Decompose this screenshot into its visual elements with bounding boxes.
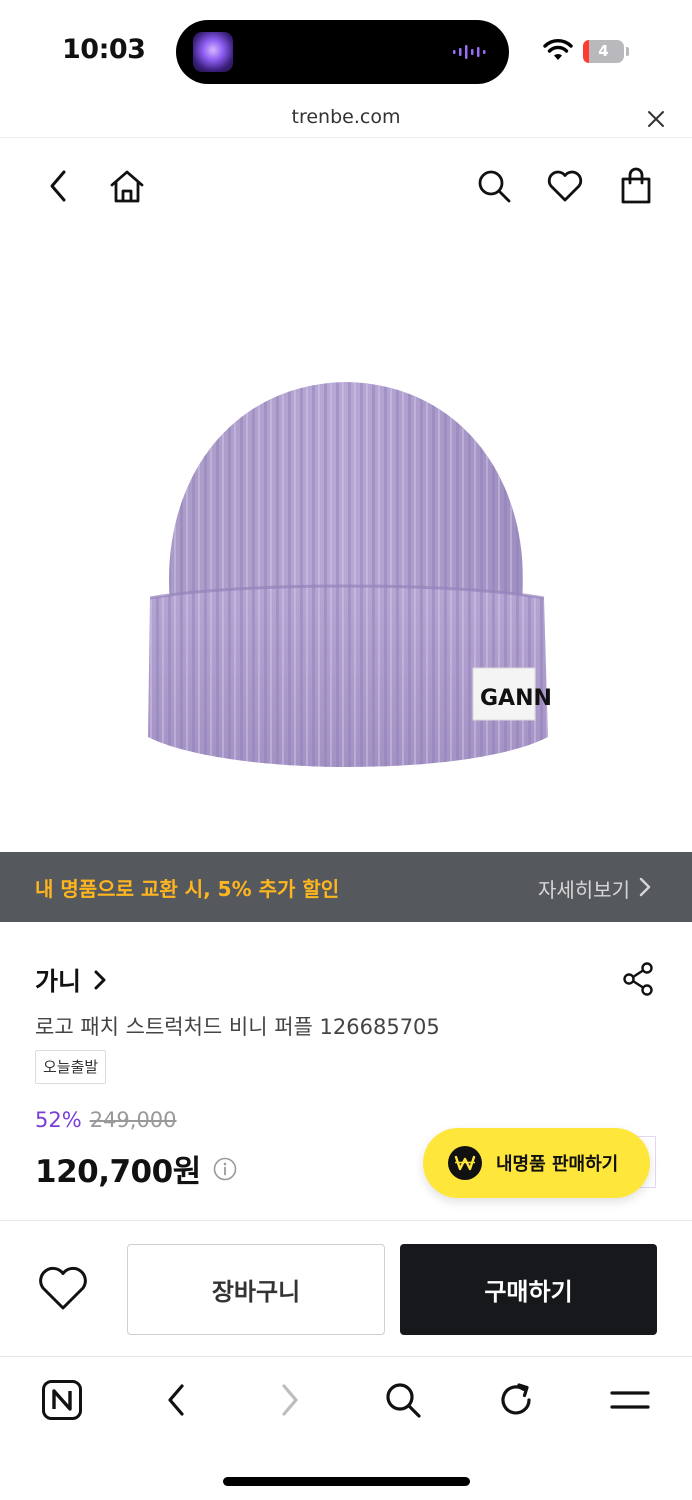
back-button[interactable] [36,164,80,208]
share-icon[interactable] [622,962,654,996]
promo-more-link[interactable]: 자세히보기 [538,874,630,903]
wifi-icon [543,39,573,60]
sell-my-luxury-button[interactable]: 내명품 판매하기 [423,1128,650,1198]
product-image[interactable]: GANN [0,232,692,852]
battery-level-text: 4 [598,42,609,60]
shopping-bag-button[interactable] [614,164,658,208]
chevron-left-icon [50,170,66,202]
naver-n-icon [42,1380,82,1420]
won-coin-icon [448,1146,482,1180]
home-indicator[interactable] [223,1477,470,1486]
trade-in-promo-banner[interactable]: 내 명품으로 교환 시, 5% 추가 할인 자세히보기 [0,852,692,922]
browser-home-button[interactable] [37,1375,87,1425]
wishlist-heart-icon[interactable] [36,1263,90,1313]
shipping-badge: 오늘출발 [35,1050,107,1084]
price-discount-row: 52% 249,000 [35,1108,177,1132]
final-price: 120,700원 [35,1154,201,1190]
logo-patch-text: GANN [480,686,552,711]
chevron-right-icon [639,877,651,897]
chevron-right-icon [94,970,106,990]
search-icon [478,170,511,203]
brand-link[interactable]: 가니 [35,962,107,998]
browser-menu-button[interactable] [605,1375,655,1425]
dynamic-island[interactable] [176,20,509,84]
url-text[interactable]: trenbe.com [0,106,692,128]
brand-name: 가니 [35,967,82,996]
browser-forward-button[interactable] [265,1375,315,1425]
sell-my-luxury-label: 내명품 판매하기 [496,1154,619,1175]
product-name: 로고 패치 스트럭처드 비니 퍼플 126685705 [35,1015,440,1039]
status-bar: 10:03 4 [0,0,692,100]
chevron-left-icon [168,1384,184,1416]
chevron-right-icon [282,1384,298,1416]
app-header [0,140,692,232]
home-button[interactable] [105,164,149,208]
status-time: 10:03 [62,34,146,65]
refresh-icon [501,1383,531,1415]
browser-url-bar: trenbe.com [0,100,692,138]
now-playing-artwork [193,32,233,72]
promo-text: 내 명품으로 교환 시, 5% 추가 할인 [35,877,340,901]
wishlist-button[interactable] [543,164,587,208]
search-icon [386,1383,421,1418]
browser-search-button[interactable] [378,1375,428,1425]
browser-toolbar [0,1356,692,1500]
battery-icon: 4 [583,40,629,63]
add-to-cart-button[interactable]: 장바구니 [127,1244,385,1335]
menu-icon [610,1391,650,1409]
final-price-row: 120,700원 [35,1146,237,1191]
purchase-action-bar: 장바구니 구매하기 [0,1220,692,1356]
browser-refresh-button[interactable] [491,1375,541,1425]
close-icon[interactable] [645,108,667,130]
search-button[interactable] [472,164,516,208]
info-icon[interactable] [213,1157,237,1181]
discount-rate: 52% [35,1108,82,1132]
shopping-bag-icon [621,167,651,204]
browser-back-button[interactable] [151,1375,201,1425]
beanie-image: GANN [148,382,552,767]
audio-waveform-icon [453,45,486,59]
original-price: 249,000 [89,1108,177,1132]
home-icon [110,170,144,203]
heart-icon [547,170,583,202]
buy-now-button[interactable]: 구매하기 [400,1244,657,1335]
